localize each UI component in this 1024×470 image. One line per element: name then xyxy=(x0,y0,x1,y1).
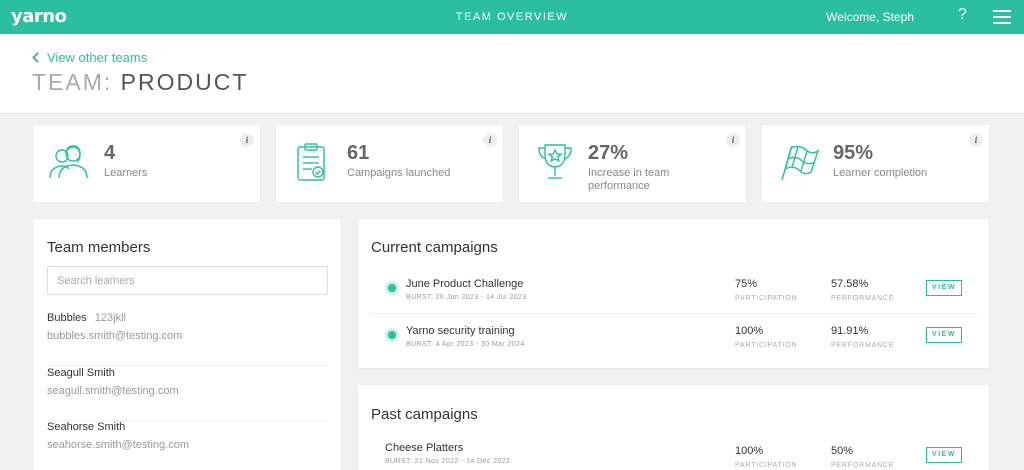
campaign-name: June Product Challenge xyxy=(406,278,524,290)
performance-label: PERFORMANCE xyxy=(831,462,895,469)
active-status-icon xyxy=(385,281,399,295)
stat-value: 27% xyxy=(588,142,629,164)
team-members-title: Team members xyxy=(47,239,151,256)
participation-value: 75% xyxy=(735,278,758,290)
performance-value: 57.58% xyxy=(831,278,869,290)
member-tag: 123jkll xyxy=(94,312,126,324)
member-item[interactable]: Bubbles 123jkll bubbles.smith@testing.com xyxy=(47,312,328,366)
stat-label: Learner completion xyxy=(833,167,928,179)
help-icon[interactable]: ? xyxy=(958,6,967,24)
participation-label: PARTICIPATION xyxy=(735,295,798,302)
stat-value: 61 xyxy=(347,142,370,164)
stat-value: 4 xyxy=(104,142,116,164)
campaign-name: Cheese Platters xyxy=(385,442,464,454)
participation-value: 100% xyxy=(735,325,764,337)
performance-label: PERFORMANCE xyxy=(831,342,895,349)
view-campaign-button[interactable]: VIEW xyxy=(926,327,962,343)
campaign-name: Yarno security training xyxy=(406,325,515,337)
stat-label: Campaigns launched xyxy=(347,167,451,179)
team-members-panel: Team members Bubbles 123jkll bubbles.smit… xyxy=(32,218,342,470)
view-other-teams-link[interactable]: View other teams xyxy=(32,50,147,65)
current-campaigns-title: Current campaigns xyxy=(371,239,498,256)
view-campaign-button[interactable]: VIEW xyxy=(926,280,962,296)
view-campaign-button[interactable]: VIEW xyxy=(926,447,962,463)
campaign-burst: BURST: 26 Jun 2023 - 14 Jul 2023 xyxy=(406,294,527,301)
stat-label: Increase in team performance xyxy=(588,167,670,192)
past-campaigns-title: Past campaigns xyxy=(371,406,478,423)
member-item[interactable]: Seahorse Smith seahorse.smith@testing.co… xyxy=(47,421,328,470)
team-prefix: TEAM: xyxy=(32,69,121,95)
member-email: bubbles.smith@testing.com xyxy=(47,330,183,342)
member-email: seahorse.smith@testing.com xyxy=(47,439,190,451)
performance-value: 91.91% xyxy=(831,325,869,337)
hamburger-menu-icon[interactable] xyxy=(993,10,1011,24)
active-status-icon xyxy=(385,328,399,342)
member-name: Seagull Smith xyxy=(47,367,115,379)
checkered-flag-icon xyxy=(781,145,820,181)
info-icon[interactable]: i xyxy=(969,133,983,147)
trophy-icon xyxy=(538,144,572,179)
stat-label: Learners xyxy=(104,167,148,179)
info-icon[interactable]: i xyxy=(240,133,254,147)
welcome-user[interactable]: Welcome, Steph xyxy=(826,10,914,24)
team-title: TEAM: PRODUCT xyxy=(32,69,248,96)
stat-card-performance: 27% Increase in team performance i xyxy=(518,124,747,203)
performance-value: 50% xyxy=(831,445,854,457)
campaign-burst: BURST: 4 Apr 2023 - 30 Mar 2024 xyxy=(406,341,525,348)
stat-value: 95% xyxy=(833,142,874,164)
info-icon[interactable]: i xyxy=(726,133,740,147)
participation-label: PARTICIPATION xyxy=(735,342,798,349)
team-header: View other teams TEAM: PRODUCT xyxy=(0,34,1024,114)
stat-card-learners: 4 Learners i xyxy=(32,124,261,203)
top-bar: yarno TEAM OVERVIEW Welcome, Steph ? xyxy=(0,0,1024,34)
member-name: Seahorse Smith xyxy=(47,421,126,433)
campaign-row: June Product Challenge BURST: 26 Jun 202… xyxy=(371,267,978,314)
campaign-row: Cheese Platters BURST: 21 Nov 2022 - 14 … xyxy=(371,432,978,470)
search-learners-input[interactable] xyxy=(47,266,328,295)
campaign-burst: BURST: 21 Nov 2022 - 14 Dec 2022 xyxy=(385,458,511,465)
team-name: PRODUCT xyxy=(120,69,249,95)
chevron-left-icon xyxy=(32,52,39,63)
participation-value: 100% xyxy=(735,445,764,457)
member-email: seagull.smith@testing.com xyxy=(47,385,179,397)
campaign-row: Yarno security training BURST: 4 Apr 202… xyxy=(371,314,978,361)
info-icon[interactable]: i xyxy=(483,133,497,147)
member-name: Bubbles xyxy=(47,312,87,324)
back-link-label: View other teams xyxy=(47,50,148,65)
performance-label: PERFORMANCE xyxy=(831,295,895,302)
clipboard-check-icon xyxy=(297,143,325,181)
stat-card-campaigns: 61 Campaigns launched i xyxy=(275,124,504,203)
participation-label: PARTICIPATION xyxy=(735,462,798,469)
learners-icon xyxy=(49,145,88,179)
past-campaigns-panel: Past campaigns Cheese Platters BURST: 21… xyxy=(357,384,990,470)
current-campaigns-panel: Current campaigns June Product Challenge… xyxy=(357,218,990,369)
stat-card-completion: 95% Learner completion i xyxy=(761,124,990,203)
member-item[interactable]: Seagull Smith seagull.smith@testing.com xyxy=(47,367,328,421)
